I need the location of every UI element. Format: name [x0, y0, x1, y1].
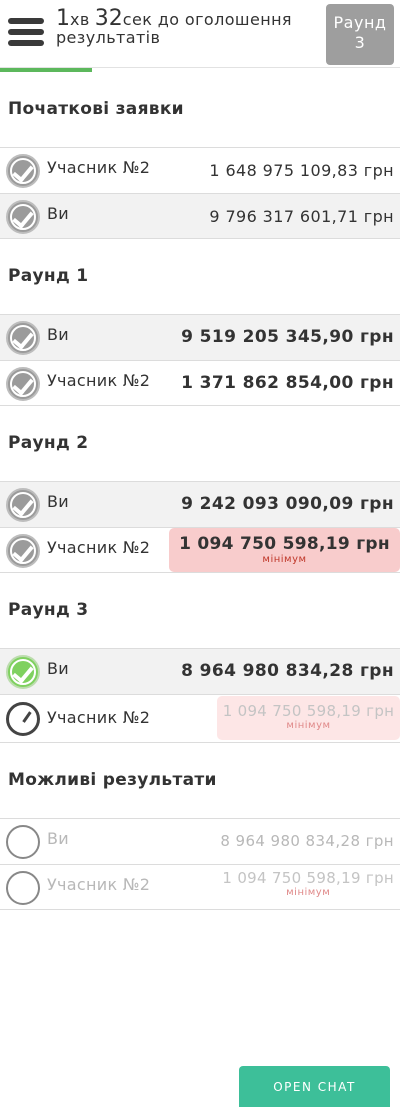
current-round-badge: Раунд 3: [326, 4, 394, 65]
check-icon: [6, 367, 40, 401]
bidder-name: Ви: [47, 659, 69, 678]
bid-amount: 9 796 317 601,71 грн: [209, 207, 394, 226]
check-icon: [6, 321, 40, 355]
bid-row: Ви 8 964 980 834,28 грн: [0, 648, 400, 694]
bidder-name: Ви: [47, 492, 69, 511]
bid-amount: 1 371 862 854,00 грн: [181, 373, 394, 393]
section-title-results: Можливі результати: [8, 770, 217, 790]
minimum-label: мінімум: [262, 554, 307, 565]
bidder-name: Учасник №2: [47, 371, 151, 390]
minimum-label: мінімум: [286, 720, 331, 731]
bid-amount: 8 964 980 834,28 грн: [181, 661, 394, 681]
section-title-initial: Початкові заявки: [8, 99, 184, 119]
round-badge-number: 3: [354, 33, 366, 52]
section-title-round1: Раунд 1: [8, 266, 89, 286]
bid-row: Учасник №2 1 648 975 109,83 грн: [0, 147, 400, 193]
minimum-bid-note: 1 094 750 598,19 грн мінімум: [222, 869, 394, 898]
check-icon: [6, 154, 40, 188]
minimum-bid-highlight: 1 094 750 598,19 грн мінімум: [217, 696, 400, 740]
top-bar: 1хв 32сек до оголошення результатів Раун…: [0, 0, 400, 68]
bid-amount: 9 519 205 345,90 грн: [181, 327, 394, 347]
section-title-round2: Раунд 2: [8, 433, 89, 453]
check-icon: [6, 488, 40, 522]
check-icon: [6, 534, 40, 568]
bid-row: Ви 9 242 093 090,09 грн: [0, 481, 400, 527]
section-title-round3: Раунд 3: [8, 600, 89, 620]
timer-minutes-unit: хв: [70, 10, 90, 29]
bid-amount: 1 094 750 598,19 грн: [222, 869, 394, 887]
timer-seconds-unit: сек до оголошення: [122, 10, 292, 29]
bid-row: Учасник №2 1 371 862 854,00 грн: [0, 360, 400, 406]
open-chat-button[interactable]: OPEN CHAT: [239, 1066, 390, 1107]
bid-row: Учасник №2 1 094 750 598,19 грн мінімум: [0, 864, 400, 910]
check-icon: [6, 200, 40, 234]
empty-circle-icon: [6, 825, 40, 859]
round-badge-label: Раунд: [333, 13, 387, 32]
bid-row: Учасник №2 1 094 750 598,19 грн мінімум: [0, 527, 400, 573]
bidder-name: Ви: [47, 829, 69, 848]
bidder-name: Ви: [47, 204, 69, 223]
bid-amount: 8 964 980 834,28 грн: [220, 832, 394, 850]
check-active-icon: [6, 655, 40, 689]
minimum-bid-highlight: 1 094 750 598,19 грн мінімум: [169, 528, 400, 572]
countdown-timer: 1хв 32сек до оголошення результатів: [56, 8, 316, 47]
timer-caption: результатів: [56, 28, 161, 47]
bid-row: Учасник №2 1 094 750 598,19 грн мінімум: [0, 694, 400, 743]
bidder-name: Учасник №2: [47, 875, 151, 894]
bid-row: Ви 9 519 205 345,90 грн: [0, 314, 400, 360]
bid-amount: 1 648 975 109,83 грн: [209, 161, 394, 180]
bidder-name: Ви: [47, 325, 69, 344]
clock-icon: [6, 702, 40, 736]
bid-amount: 9 242 093 090,09 грн: [181, 494, 394, 514]
bid-amount: 1 094 750 598,19 грн: [179, 534, 390, 554]
empty-circle-icon: [6, 871, 40, 905]
bid-amount: 1 094 750 598,19 грн: [222, 702, 395, 720]
minimum-label: мінімум: [286, 887, 331, 898]
bidder-name: Учасник №2: [47, 158, 151, 177]
bid-row: Ви 8 964 980 834,28 грн: [0, 818, 400, 864]
bid-row: Ви 9 796 317 601,71 грн: [0, 193, 400, 239]
bidder-name: Учасник №2: [47, 708, 151, 727]
progress-bar: [0, 68, 92, 72]
menu-icon[interactable]: [8, 18, 46, 50]
bidder-name: Учасник №2: [47, 538, 151, 557]
